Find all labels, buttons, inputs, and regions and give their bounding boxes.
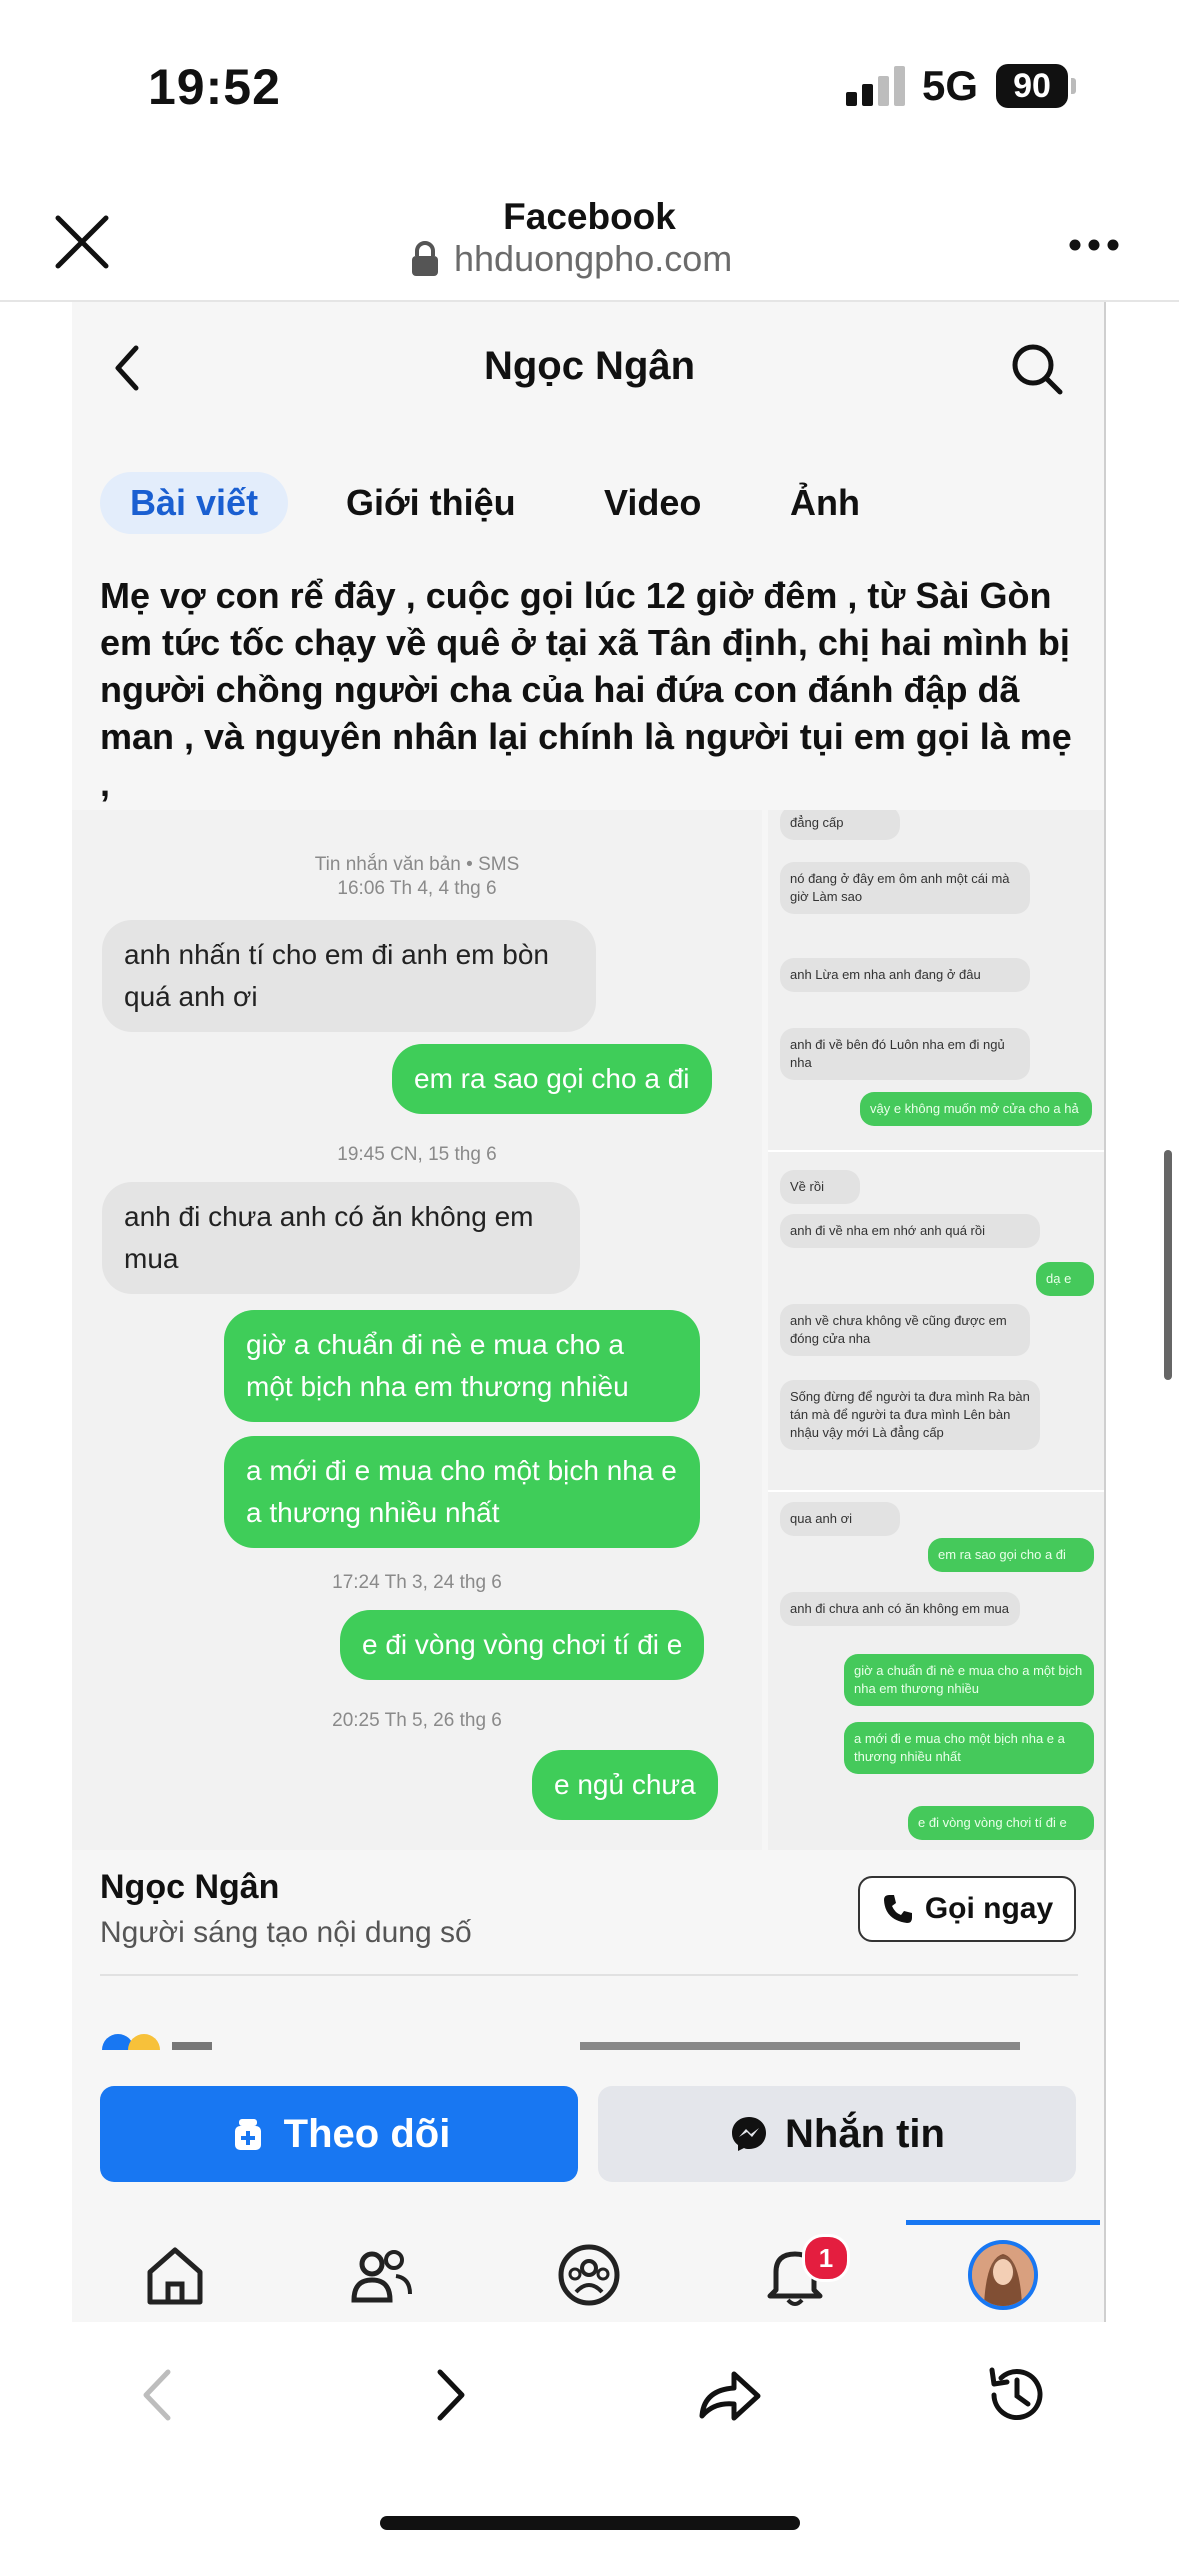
message-bubble: anh về chưa không về cũng được em đóng c… <box>780 1304 1030 1356</box>
profile-header-name: Ngọc Ngân <box>483 344 696 388</box>
message-bubble: em ra sao gọi cho a đi <box>928 1538 1094 1572</box>
friends-icon[interactable] <box>346 2240 416 2310</box>
message-bubble: đẳng cấp <box>780 810 900 840</box>
profile-category: Người sáng tạo nội dung số <box>100 1916 472 1949</box>
message-bubble: anh đi chưa anh có ăn không em mua <box>102 1182 580 1294</box>
share-icon[interactable] <box>694 2360 764 2430</box>
battery-level: 90 <box>996 64 1068 108</box>
message-bubble: anh đi chưa anh có ăn không em mua <box>780 1592 1020 1626</box>
message-bubble: a mới đi e mua cho một bịch nha e a thươ… <box>224 1436 700 1548</box>
active-tab-indicator <box>906 2220 1100 2225</box>
message-bubble: Về rồi <box>780 1170 860 1204</box>
post-text: Mẹ vợ con rể đây , cuộc gọi lúc 12 giờ đ… <box>100 575 1072 804</box>
phone-icon <box>883 1895 912 1923</box>
panel-divider <box>768 1490 1104 1492</box>
message-bubble: e đi vòng vòng chơi tí đi e <box>908 1806 1094 1840</box>
follow-label: Theo dõi <box>283 2111 451 2156</box>
chat-timestamp: 17:24 Th 3, 24 thg 6 <box>332 1572 502 1593</box>
chat-timestamp: 19:45 CN, 15 thg 6 <box>337 1144 497 1165</box>
call-now-button[interactable]: Gọi ngay <box>858 1876 1076 1942</box>
url-bar[interactable]: hhduongpho.com <box>410 238 732 280</box>
chevron-left-icon[interactable] <box>124 2360 194 2430</box>
message-bubble: giờ a chuẩn đi nè e mua cho a một bịch n… <box>224 1310 700 1422</box>
message-label: Nhắn tin <box>785 2111 945 2156</box>
message-bubble: anh Lừa em nha anh đang ở đâu <box>780 958 1030 992</box>
messenger-icon <box>732 2117 766 2151</box>
message-bubble: giờ a chuẩn đi nè e mua cho a một bịch n… <box>844 1654 1094 1706</box>
scrollbar[interactable] <box>1164 1150 1172 1380</box>
call-now-label: Gọi ngay <box>924 1892 1054 1925</box>
message-bubble: nó đang ở đây em ôm anh một cái mà giờ L… <box>780 862 1030 914</box>
more-icon[interactable] <box>1068 238 1120 252</box>
message-bubble: em ra sao gọi cho a đi <box>392 1044 712 1114</box>
follow-icon <box>234 2119 261 2150</box>
notification-badge: 1 <box>802 2234 850 2282</box>
url-text: hhduongpho.com <box>454 238 733 279</box>
message-bubble: vậy e không muốn mở cửa cho a hả <box>860 1092 1092 1126</box>
chat-meta: Tin nhắn văn bản • SMS <box>314 854 520 875</box>
signal-icon <box>846 66 908 106</box>
profile-name[interactable]: Ngọc Ngân <box>100 1868 279 1907</box>
chevron-right-icon[interactable] <box>414 2360 484 2430</box>
tab-video[interactable]: Video <box>604 472 701 534</box>
screenshot-edge <box>1104 302 1106 2322</box>
message-bubble: anh đi về nha em nhớ anh quá rồi <box>780 1214 1040 1248</box>
reactions-row-cropped <box>102 2034 1020 2050</box>
message-bubble: e đi vòng vòng chơi tí đi e <box>340 1610 705 1680</box>
message-bubble: a mới đi e mua cho một bịch nha e a thươ… <box>844 1722 1094 1774</box>
network-type: 5G <box>922 62 979 109</box>
message-button[interactable]: Nhắn tin <box>598 2086 1076 2182</box>
groups-icon[interactable] <box>554 2240 624 2310</box>
message-bubble: dạ e <box>1036 1262 1094 1296</box>
page-title: Facebook <box>503 196 676 237</box>
home-icon[interactable] <box>140 2240 210 2310</box>
history-icon[interactable] <box>982 2360 1052 2430</box>
chat-timestamp: 16:06 Th 4, 4 thg 6 <box>337 878 497 899</box>
message-bubble: anh đi về bên đó Luôn nha em đi ngủ nha <box>780 1028 1030 1080</box>
tab-about[interactable]: Giới thiệu <box>346 472 516 534</box>
message-bubble: anh nhấn tí cho em đi anh em bòn quá anh… <box>102 920 596 1032</box>
chat-timestamp: 20:25 Th 5, 26 thg 6 <box>332 1710 502 1731</box>
chat-screenshot-side: đẳng cấp nó đang ở đây em ôm anh một cái… <box>768 810 1104 1850</box>
home-indicator[interactable] <box>380 2516 800 2530</box>
avatar-image <box>972 2244 1034 2306</box>
chat-screenshot-main: Tin nhắn văn bản • SMS 16:06 Th 4, 4 thg… <box>72 810 762 1850</box>
search-icon[interactable] <box>1008 340 1066 398</box>
message-bubble: e ngủ chưa <box>532 1750 718 1820</box>
message-bubble: Sống đừng để người ta đưa mình Ra bàn tá… <box>780 1380 1040 1450</box>
status-time: 19:52 <box>148 59 281 115</box>
avatar[interactable] <box>968 2240 1038 2310</box>
lock-icon <box>412 241 438 276</box>
tab-photos[interactable]: Ảnh <box>790 472 860 534</box>
panel-divider <box>768 1150 1104 1152</box>
follow-button[interactable]: Theo dõi <box>100 2086 578 2182</box>
message-bubble: qua anh ơi <box>780 1502 900 1536</box>
battery-tip <box>1071 78 1076 94</box>
tab-posts[interactable]: Bài viết <box>100 472 289 534</box>
divider <box>100 1974 1078 1976</box>
